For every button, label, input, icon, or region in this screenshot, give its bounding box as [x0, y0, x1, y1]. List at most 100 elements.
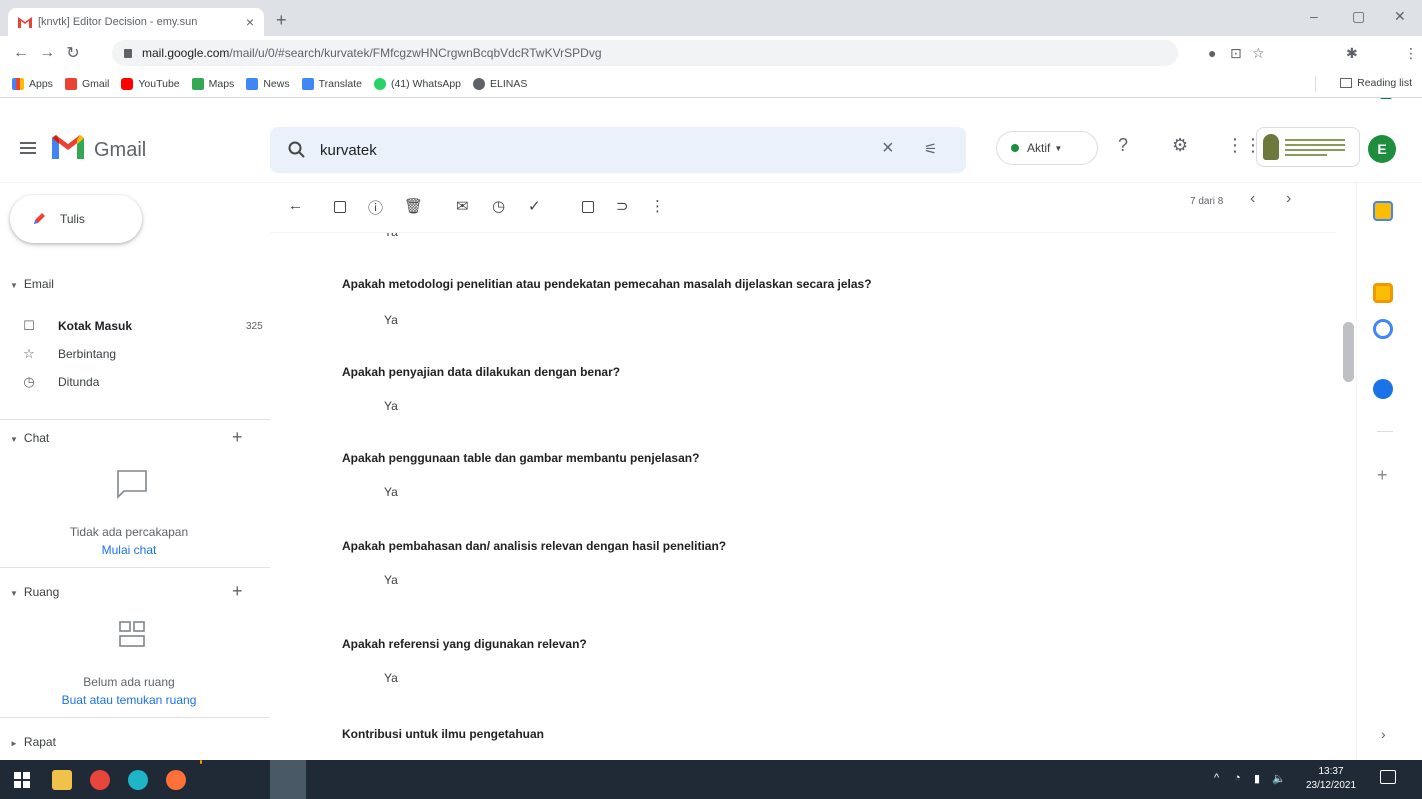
- more-options-icon[interactable]: ⋮: [650, 197, 665, 215]
- move-to-icon[interactable]: [582, 201, 594, 213]
- notifications-icon[interactable]: [1380, 770, 1396, 784]
- search-icon[interactable]: [288, 141, 306, 159]
- archive-icon[interactable]: [334, 201, 346, 213]
- collapse-caret-icon: ▼: [10, 589, 18, 598]
- maximize-icon[interactable]: ▢: [1352, 8, 1365, 25]
- install-app-icon[interactable]: ⊡: [1230, 45, 1242, 62]
- add-to-tasks-icon[interactable]: ✓: [528, 197, 541, 215]
- dropdown-arrow-icon: ▼: [1054, 143, 1063, 153]
- volume-icon[interactable]: 🔈: [1272, 772, 1286, 785]
- show-side-panel-chevron-icon[interactable]: ›: [1381, 726, 1386, 742]
- sidebar-item-snoozed[interactable]: ◷ Ditunda: [22, 369, 268, 395]
- tasks-icon[interactable]: [1373, 319, 1393, 339]
- bookmark-gmail[interactable]: Gmail: [64, 77, 109, 90]
- bookmark-maps[interactable]: Maps: [191, 77, 234, 90]
- address-domain: mail.google.com: [142, 46, 230, 60]
- organization-logo[interactable]: [1256, 127, 1360, 167]
- show-hidden-icons-icon[interactable]: ^: [1214, 772, 1219, 784]
- inbox-count: 325: [246, 320, 263, 332]
- bookmark-translate[interactable]: Translate: [301, 77, 362, 90]
- contacts-icon[interactable]: [1373, 379, 1393, 399]
- status-dropdown[interactable]: Aktif ▼: [996, 131, 1098, 165]
- older-chevron-icon[interactable]: ›: [1286, 190, 1291, 208]
- section-ruang[interactable]: ▼ Ruang: [10, 585, 59, 599]
- extensions-icon[interactable]: ✱: [1346, 45, 1358, 62]
- apps-grid-icon: [12, 77, 24, 90]
- bookmark-youtube[interactable]: YouTube: [121, 77, 180, 90]
- delete-icon[interactable]: 🗑: [404, 197, 423, 215]
- new-space-plus-icon[interactable]: +: [232, 581, 243, 602]
- mark-unread-icon[interactable]: ✉: [456, 197, 469, 215]
- firefox-icon[interactable]: [166, 770, 186, 790]
- search-input[interactable]: kurvatek: [320, 142, 377, 159]
- close-tab-icon[interactable]: ×: [246, 14, 254, 30]
- reading-list-button[interactable]: Reading list: [1340, 77, 1412, 89]
- snooze-icon[interactable]: ◷: [492, 197, 505, 215]
- review-answer: Ya: [384, 399, 398, 413]
- windows-taskbar: ^ ◔ ▮ 🔈 13:37 23/12/2021: [0, 760, 1422, 799]
- keep-icon[interactable]: [1373, 283, 1393, 303]
- section-email[interactable]: ▼ Email: [10, 277, 54, 291]
- new-tab-icon[interactable]: +: [276, 10, 287, 31]
- review-answer: Ya: [384, 313, 398, 327]
- new-chat-plus-icon[interactable]: +: [232, 427, 243, 448]
- get-addons-plus-icon[interactable]: +: [1377, 465, 1388, 486]
- clear-search-icon[interactable]: ×: [882, 137, 894, 160]
- gmail-header: Gmail kurvatek × ⚟ Aktif ▼ ? ⚙ ⋮⋮⋮ E: [0, 99, 1422, 183]
- help-icon[interactable]: ?: [1118, 135, 1128, 156]
- address-bar[interactable]: mail.google.com /mail/u/0/#search/kurvat…: [112, 40, 1178, 66]
- back-arrow-icon[interactable]: ←: [288, 197, 303, 214]
- status-label: Aktif: [1027, 141, 1051, 155]
- find-space-link[interactable]: Buat atau temukan ruang: [14, 693, 244, 707]
- expand-caret-icon: ►: [10, 739, 18, 748]
- account-avatar[interactable]: E: [1368, 135, 1396, 163]
- bookmark-apps[interactable]: Apps: [12, 77, 53, 90]
- message-scrollbar[interactable]: [1343, 322, 1354, 382]
- report-spam-icon[interactable]: ⓘ: [368, 197, 383, 218]
- sidebar-item-starred[interactable]: ☆ Berbintang: [22, 341, 268, 367]
- settings-gear-icon[interactable]: ⚙: [1172, 135, 1188, 156]
- star-icon: ☆: [23, 346, 35, 361]
- gmail-favicon-icon: [18, 17, 32, 28]
- reading-list-icon: [1340, 78, 1353, 88]
- bookmark-elinas[interactable]: ELINAS: [473, 77, 527, 90]
- pinned-app-icon[interactable]: [270, 760, 306, 799]
- main-menu-icon[interactable]: [20, 139, 36, 157]
- browser-tab-active[interactable]: [knvtk] Editor Decision - emy.sun ×: [8, 8, 264, 36]
- bookmark-news[interactable]: News: [246, 77, 290, 90]
- compose-button[interactable]: Tulis: [10, 195, 142, 243]
- network-icon[interactable]: ◔: [1234, 772, 1241, 784]
- windows-start-icon[interactable]: [14, 772, 30, 788]
- section-chat[interactable]: ▼ Chat: [10, 431, 49, 445]
- minimize-icon[interactable]: –: [1310, 8, 1318, 24]
- forward-icon[interactable]: →: [34, 44, 60, 62]
- browser-tab-bar: [knvtk] Editor Decision - emy.sun × + – …: [0, 0, 1422, 36]
- section-rapat[interactable]: ► Rapat: [10, 735, 56, 749]
- taskbar-clock[interactable]: 13:37 23/12/2021: [1296, 765, 1366, 793]
- review-answer: Ya: [384, 573, 398, 587]
- search-options-icon[interactable]: ⚟: [924, 140, 937, 158]
- close-window-icon[interactable]: ✕: [1394, 8, 1406, 25]
- bookmark-star-icon[interactable]: ☆: [1252, 45, 1265, 62]
- file-explorer-icon[interactable]: [52, 770, 72, 790]
- edge-icon[interactable]: [128, 770, 148, 790]
- chrome-icon[interactable]: [90, 770, 110, 790]
- battery-icon[interactable]: ▮: [1254, 772, 1260, 785]
- gmail-logo-icon[interactable]: [52, 135, 84, 159]
- search-bar[interactable]: kurvatek × ⚟: [270, 127, 966, 173]
- browser-menu-icon[interactable]: ⋮: [1404, 45, 1418, 62]
- label-icon[interactable]: ⊃: [616, 197, 629, 215]
- review-question: Apakah metodologi penelitian atau pendek…: [342, 277, 872, 291]
- youtube-icon: [121, 77, 134, 90]
- reload-icon[interactable]: ↻: [60, 43, 86, 63]
- bookmark-whatsapp[interactable]: (41) WhatsApp: [373, 77, 461, 90]
- news-icon: [246, 77, 259, 90]
- location-icon[interactable]: ●: [1208, 45, 1216, 61]
- newer-chevron-icon[interactable]: ‹: [1250, 190, 1255, 208]
- sidebar-item-inbox[interactable]: ☐ Kotak Masuk 325: [22, 313, 268, 339]
- message-body: Ya Apakah metodologi penelitian atau pen…: [270, 233, 1336, 760]
- start-chat-link[interactable]: Mulai chat: [14, 543, 244, 557]
- calendar-icon[interactable]: [1373, 201, 1393, 221]
- spaces-empty-text: Belum ada ruang: [83, 675, 175, 689]
- back-icon[interactable]: ←: [8, 44, 34, 62]
